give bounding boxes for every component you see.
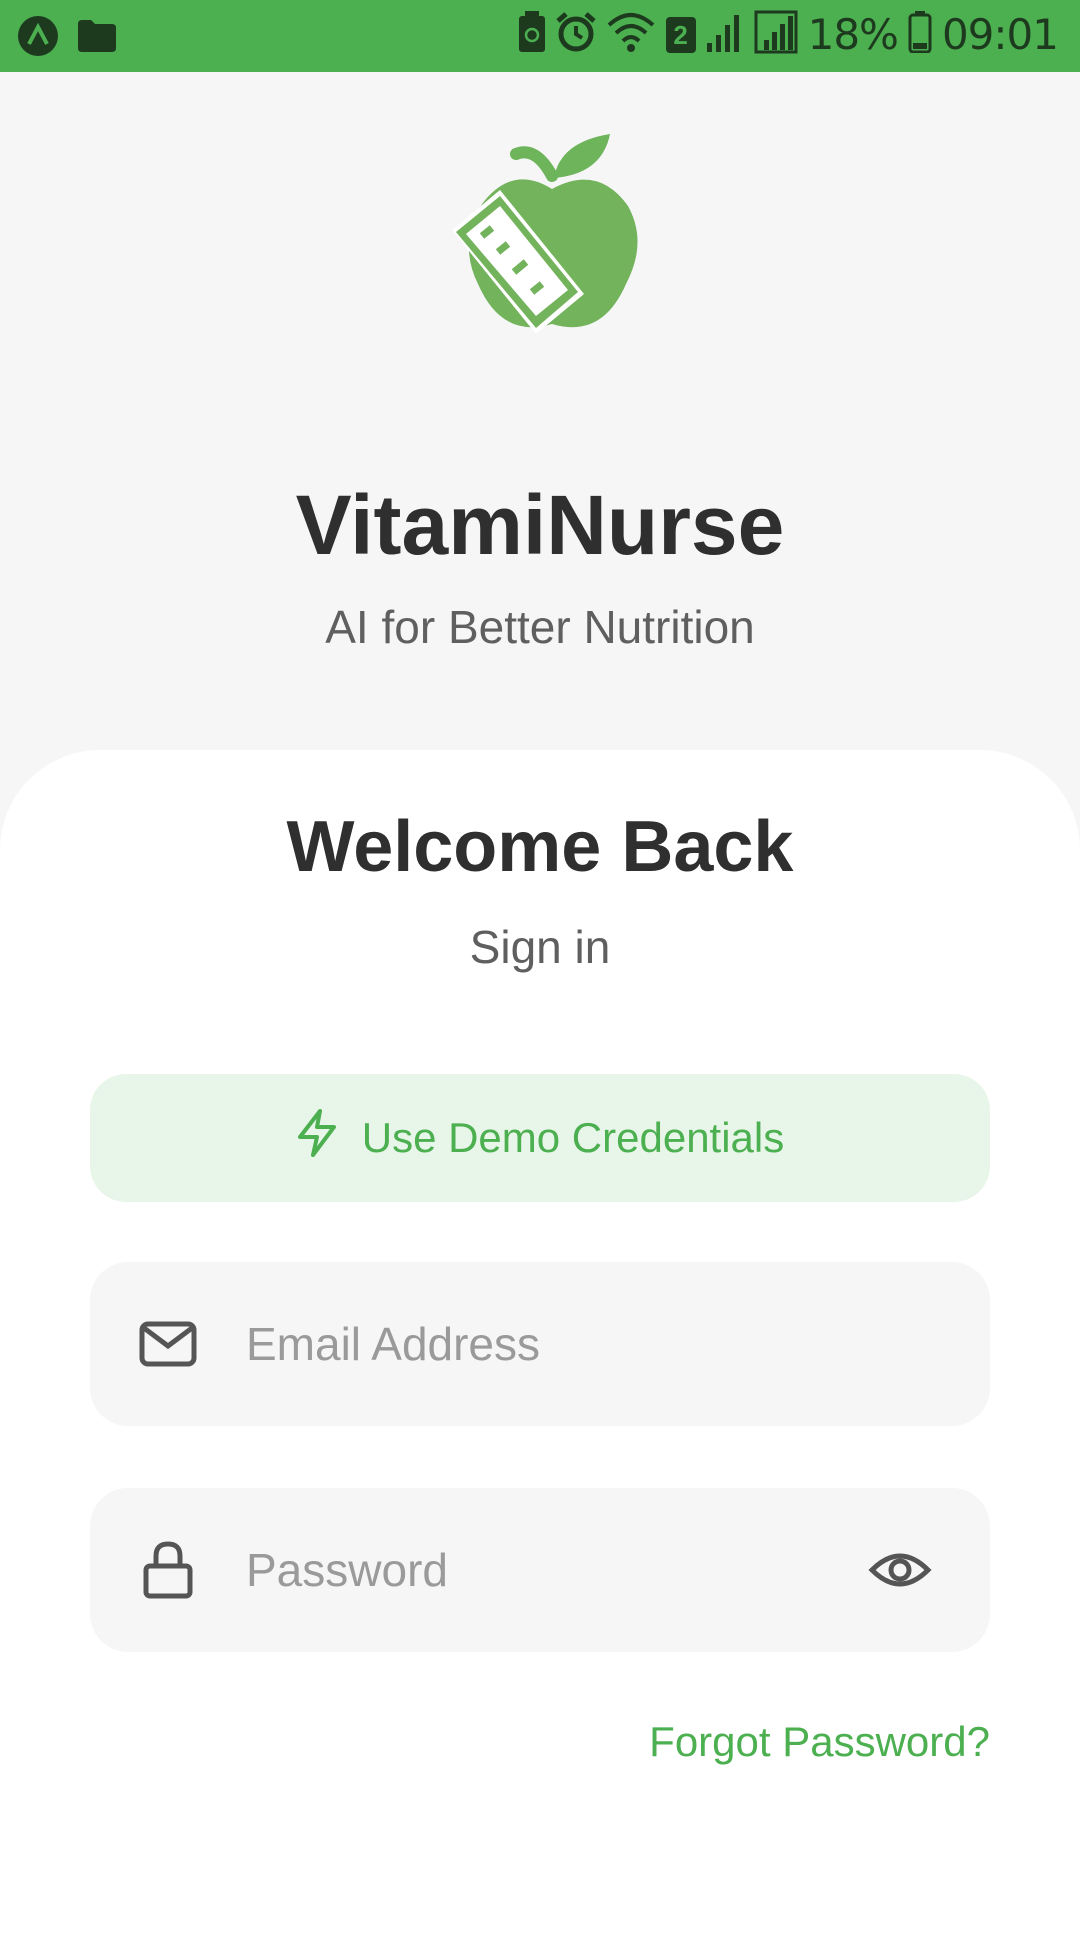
email-field[interactable] xyxy=(90,1262,990,1426)
email-input[interactable] xyxy=(246,1262,826,1426)
clock: 09:01 xyxy=(941,10,1059,59)
battery-percent: 18% xyxy=(807,10,899,59)
sign-in-subtitle: Sign in xyxy=(469,921,611,973)
app-a-icon xyxy=(16,14,60,63)
lightning-bolt-icon xyxy=(296,1109,338,1167)
use-demo-credentials-button[interactable]: Use Demo Credentials xyxy=(90,1074,990,1202)
sim-2-icon: 2 xyxy=(665,16,696,53)
battery-icon xyxy=(908,11,932,58)
alarm-icon xyxy=(555,11,596,58)
sim-number: 2 xyxy=(673,19,688,50)
app-name: VitamiNurse xyxy=(295,478,785,572)
mail-icon xyxy=(138,1314,198,1374)
status-bar: 2 18% 09:01 xyxy=(0,0,1080,72)
password-field[interactable] xyxy=(90,1488,990,1652)
folder-icon xyxy=(78,20,116,57)
password-input[interactable] xyxy=(246,1488,826,1652)
status-bar-left xyxy=(16,14,116,63)
forgot-password-link[interactable]: Forgot Password? xyxy=(649,1718,990,1766)
apple-measuring-tape-logo xyxy=(452,134,652,344)
welcome-title: Welcome Back xyxy=(286,807,794,887)
status-bar-right: 2 18% 09:01 xyxy=(518,10,1059,59)
battery-saver-icon xyxy=(518,11,546,58)
signal-icon xyxy=(754,10,798,59)
app-tagline: AI for Better Nutrition xyxy=(325,601,755,653)
wifi-icon xyxy=(606,11,656,58)
lock-icon xyxy=(138,1540,198,1600)
signal-icon xyxy=(706,11,744,58)
show-password-eye-icon[interactable] xyxy=(868,1538,932,1602)
use-demo-credentials-label: Use Demo Credentials xyxy=(361,1114,785,1161)
